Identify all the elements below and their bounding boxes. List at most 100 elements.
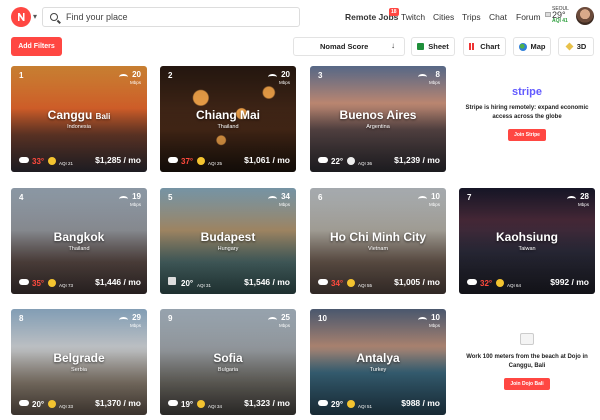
- dojo-logo-icon: [520, 333, 534, 345]
- stripe-ad[interactable]: stripe Stripe is hiring remotely: expand…: [459, 86, 595, 141]
- country-name: Argentina: [366, 124, 390, 130]
- city-card[interactable]: 2 20 Mbps Chiang Mai Thailand 37° AQI 25 …: [160, 66, 296, 172]
- cost-per-month: $992 / mo: [550, 277, 589, 287]
- three-d-label: 3D: [576, 42, 587, 51]
- city-name: Antalya: [356, 351, 400, 365]
- country-name: Taiwan: [518, 246, 536, 252]
- nomad-logo-icon[interactable]: [11, 7, 31, 27]
- temperature: 29°: [331, 400, 344, 409]
- city-card[interactable]: 6 10 Mbps Ho Chi Minh City Vietnam 34° AQ…: [310, 188, 446, 294]
- weather-widget[interactable]: SEOUL 29° AQI 41: [552, 6, 569, 24]
- rank: 2: [168, 71, 173, 80]
- smiley-icon: [48, 400, 56, 408]
- internet-speed: 19 Mbps: [129, 192, 141, 208]
- rank: 6: [318, 193, 323, 202]
- city-card[interactable]: 8 29 Mbps Belgrade Serbia 20° AQI 33 $1,3…: [11, 309, 147, 415]
- city-name: Chiang Mai: [195, 108, 260, 122]
- wifi-icon: [268, 74, 277, 80]
- cloud-icon: [19, 400, 29, 406]
- cloud-icon: [19, 279, 29, 285]
- internet-speed: 10 Mbps: [428, 192, 440, 208]
- country-name: Indonesia: [67, 124, 91, 130]
- chart-button[interactable]: Chart: [463, 37, 506, 56]
- internet-speed: 25 Mbps: [278, 313, 290, 329]
- stripe-ad-text: Stripe is hiring remotely: expand econom…: [465, 105, 589, 120]
- cost-per-month: $1,239 / mo: [394, 155, 440, 165]
- city-card[interactable]: 3 8 Mbps Buenos Aires Argentina 22° AQI 3…: [310, 66, 446, 172]
- nav-twitch[interactable]: Twitch: [401, 12, 425, 22]
- air-quality: AQI 21: [59, 161, 74, 166]
- air-quality: AQI 25: [208, 161, 223, 166]
- sheet-button[interactable]: Sheet: [411, 37, 455, 56]
- smiley-icon: [347, 400, 355, 408]
- cloud-icon: [168, 277, 176, 285]
- cloud-icon: [467, 279, 477, 285]
- nav-cities[interactable]: Cities: [433, 12, 454, 22]
- dojo-ad[interactable]: Work 100 meters from the beach at Dojo i…: [459, 332, 595, 390]
- three-d-button[interactable]: 3D: [558, 37, 594, 56]
- nav-chat[interactable]: Chat: [489, 12, 507, 22]
- wifi-icon: [268, 317, 277, 323]
- city-name: Ho Chi Minh City: [330, 230, 426, 244]
- city-card[interactable]: 5 34 Mbps Budapest Hungary 20° AQI 31 $1,…: [160, 188, 296, 294]
- cost-per-month: $1,061 / mo: [244, 155, 290, 165]
- city-card[interactable]: 7 28 Mbps Kaohsiung Taiwan 32° AQI 64 $99…: [459, 188, 595, 294]
- join-stripe-button[interactable]: Join Stripe: [508, 129, 546, 141]
- stripe-logo: stripe: [512, 86, 542, 98]
- city-card[interactable]: 1 20 Mbps Canggu Bali Indonesia 33° AQI 2…: [11, 66, 147, 172]
- air-quality: AQI 55: [358, 283, 373, 288]
- rank: 7: [467, 193, 472, 202]
- air-quality: AQI 73: [59, 283, 74, 288]
- cloud-icon: [168, 400, 178, 406]
- cost-per-month: $1,370 / mo: [95, 398, 141, 408]
- wifi-icon: [268, 196, 277, 202]
- city-card[interactable]: 9 25 Mbps Sofia Bulgaria 19° AQI 34 $1,32…: [160, 309, 296, 415]
- internet-speed: 8 Mbps: [428, 70, 440, 86]
- country-name: Vietnam: [367, 246, 389, 252]
- cost-per-month: $1,446 / mo: [95, 277, 141, 287]
- rank: 10: [318, 314, 327, 323]
- sort-select[interactable]: Nomad Score: [293, 37, 405, 56]
- city-name: Buenos Aires: [339, 108, 417, 122]
- wifi-icon: [119, 74, 128, 80]
- rank: 4: [19, 193, 24, 202]
- smiley-icon: [197, 400, 205, 408]
- smiley-icon: [347, 157, 355, 165]
- city-card[interactable]: 4 19 Mbps Bangkok Thailand 35° AQI 73 $1,…: [11, 188, 147, 294]
- sort-direction-icon[interactable]: ↓: [391, 41, 395, 50]
- internet-speed: 20 Mbps: [278, 70, 290, 86]
- add-filters-button[interactable]: Add Filters: [11, 37, 62, 56]
- temperature: 22°: [331, 157, 344, 166]
- map-button[interactable]: Map: [513, 37, 551, 56]
- search-icon: [50, 13, 58, 21]
- smiley-icon: [48, 157, 56, 165]
- country-name: Turkey: [369, 367, 387, 373]
- internet-speed: 28 Mbps: [577, 192, 589, 208]
- city-card[interactable]: 10 10 Mbps Antalya Turkey 29° AQI 51 $988…: [310, 309, 446, 415]
- cost-per-month: $1,546 / mo: [244, 277, 290, 287]
- dojo-ad-text: Work 100 meters from the beach at Dojo i…: [466, 354, 588, 369]
- smiley-icon: [347, 279, 355, 287]
- search-input[interactable]: [66, 12, 286, 22]
- cost-per-month: $1,323 / mo: [244, 398, 290, 408]
- air-quality: AQI 33: [59, 404, 74, 409]
- cost-per-month: $988 / mo: [401, 398, 440, 408]
- nav-forum[interactable]: Forum: [516, 12, 541, 22]
- wifi-icon: [119, 196, 128, 202]
- temperature: 20°: [181, 279, 194, 288]
- nav-trips[interactable]: Trips: [462, 12, 481, 22]
- cloud-icon: [168, 157, 178, 163]
- country-name: Serbia: [71, 367, 87, 373]
- search-box[interactable]: [42, 7, 300, 27]
- join-dojo-button[interactable]: Join Dojo Bali: [504, 378, 550, 390]
- rank: 8: [19, 314, 24, 323]
- avatar[interactable]: [576, 7, 594, 25]
- internet-speed: 10 Mbps: [428, 313, 440, 329]
- country-name: Thailand: [217, 124, 239, 130]
- city-name: Belgrade: [53, 351, 105, 365]
- chevron-down-icon[interactable]: ▾: [33, 12, 37, 21]
- internet-speed: 29 Mbps: [129, 313, 141, 329]
- air-quality: AQI 51: [358, 404, 373, 409]
- city-name: Kaohsiung: [496, 230, 558, 244]
- temperature: 34°: [331, 279, 344, 288]
